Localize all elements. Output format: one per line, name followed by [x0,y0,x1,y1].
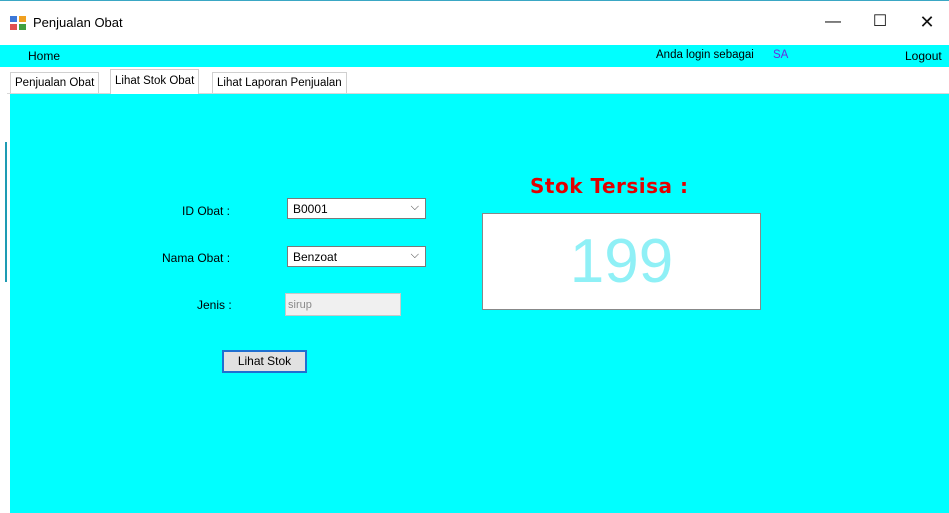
left-accent-line [5,142,7,282]
window-titlebar: Penjualan Obat — ☐ ✕ [0,0,949,45]
login-label: Anda login sebagai [656,49,754,61]
nama-obat-label: Nama Obat : [162,251,231,265]
nama-obat-value: Benzoat [293,250,338,264]
menu-home[interactable]: Home [28,49,60,63]
tab-lihat-stok-obat[interactable]: Lihat Stok Obat [110,69,200,94]
id-obat-value: B0001 [293,202,328,216]
close-button[interactable]: ✕ [909,9,945,35]
chevron-down-icon: ⌵ [410,249,419,261]
stok-value: 199 [569,227,674,296]
jenis-value: sirup [288,299,312,311]
maximize-button[interactable]: ☐ [862,9,898,35]
stok-display-box: 199 [482,213,761,310]
lihat-stok-button[interactable]: Lihat Stok [222,350,307,373]
menu-logout[interactable]: Logout [905,49,942,63]
chevron-down-icon: ⌵ [410,201,419,213]
left-border [0,67,7,513]
tab-content-lihat-stok: ID Obat : B0001 ⌵ Nama Obat : Benzoat ⌵ … [10,94,949,513]
id-obat-label: ID Obat : [182,204,231,218]
nama-obat-select[interactable]: Benzoat ⌵ [287,246,426,267]
tab-lihat-laporan-penjualan[interactable]: Lihat Laporan Penjualan [212,72,347,93]
stok-tersisa-title: Stok Tersisa : [530,174,689,198]
login-username: SA [773,49,789,61]
menu-bar: Home Anda login sebagai SA Logout [0,45,949,67]
window-title: Penjualan Obat [33,15,123,30]
id-obat-select[interactable]: B0001 ⌵ [287,198,426,219]
minimize-button[interactable]: — [815,9,851,35]
tab-penjualan-obat[interactable]: Penjualan Obat [10,72,100,93]
tab-strip: Penjualan Obat Lihat Stok Obat Lihat Lap… [7,67,949,94]
jenis-label: Jenis : [197,298,232,312]
jenis-field[interactable]: sirup [285,293,401,316]
app-icon [10,16,26,30]
